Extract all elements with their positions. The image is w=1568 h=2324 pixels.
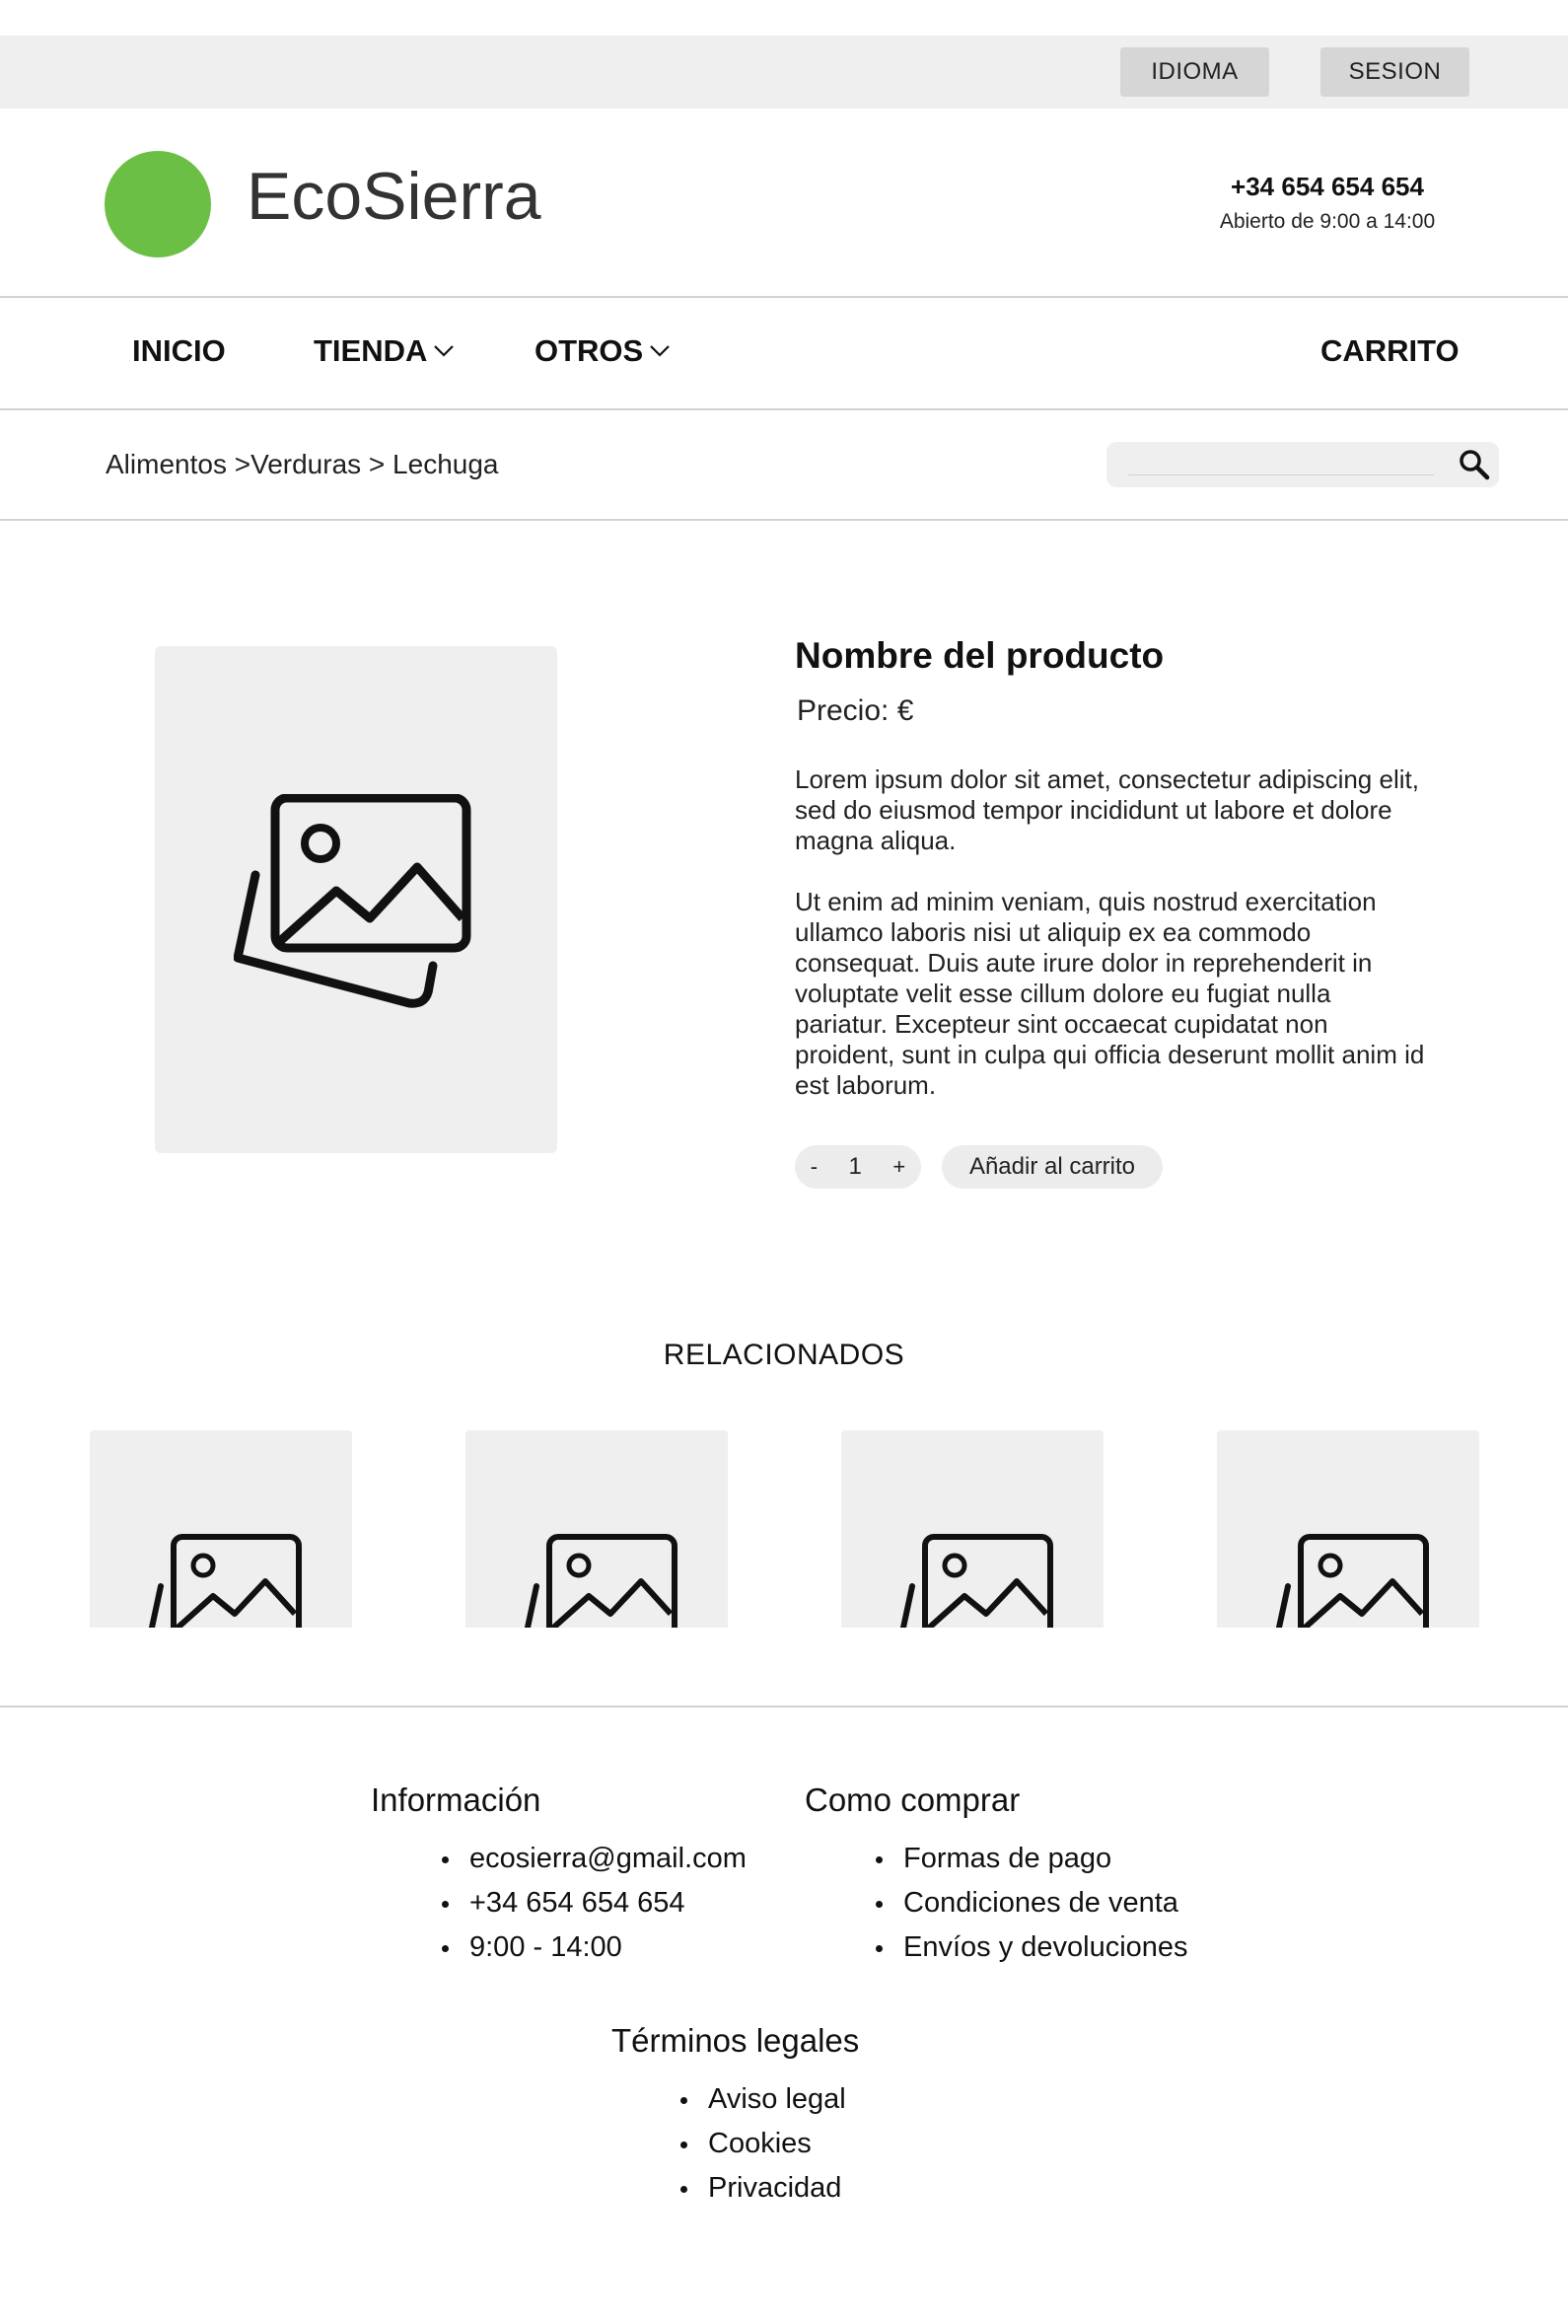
divider: [0, 408, 1568, 410]
quantity-stepper: - 1 +: [795, 1145, 921, 1189]
product-price: Precio: €: [797, 694, 914, 727]
nav-inicio-label: INICIO: [132, 333, 226, 368]
image-placeholder-icon: [524, 1534, 677, 1628]
image-placeholder-icon: [1275, 1534, 1429, 1628]
related-product-card[interactable]: [841, 1430, 1104, 1628]
footer-phone-link[interactable]: +34 654 654 654: [442, 1881, 747, 1925]
footer-link-privacy[interactable]: Privacidad: [680, 2166, 846, 2211]
nav-otros[interactable]: OTROS: [535, 333, 671, 369]
footer-link-legal-notice[interactable]: Aviso legal: [680, 2077, 846, 2122]
footer-link-sale-conditions[interactable]: Condiciones de venta: [876, 1881, 1188, 1925]
divider: [0, 519, 1568, 521]
footer-info-title: Información: [371, 1781, 541, 1818]
footer-buy-list: Formas de pago Condiciones de venta Enví…: [876, 1837, 1188, 1970]
footer-email-link[interactable]: ecosierra@gmail.com: [442, 1837, 747, 1881]
search-icon[interactable]: [1458, 448, 1491, 481]
divider: [0, 1706, 1568, 1707]
logo[interactable]: [105, 151, 211, 257]
search-input[interactable]: [1128, 450, 1434, 475]
nav-carrito[interactable]: CARRITO: [1320, 333, 1460, 369]
add-to-cart-button[interactable]: Añadir al carrito: [942, 1145, 1163, 1189]
nav-tienda[interactable]: TIENDA: [314, 333, 455, 369]
image-placeholder-icon: [148, 1534, 302, 1628]
header-phone: +34 654 654 654: [1231, 172, 1424, 201]
footer-link-shipping[interactable]: Envíos y devoluciones: [876, 1925, 1188, 1970]
image-placeholder-icon: [899, 1534, 1053, 1628]
login-button[interactable]: SESION: [1320, 47, 1469, 97]
footer-legal-list: Aviso legal Cookies Privacidad: [680, 2077, 846, 2211]
related-title: RELACIONADOS: [663, 1339, 905, 1371]
quantity-decrease-button[interactable]: -: [811, 1154, 818, 1180]
nav-tienda-label: TIENDA: [314, 333, 428, 368]
search-box: [1106, 442, 1499, 487]
quantity-increase-button[interactable]: +: [892, 1154, 905, 1180]
quantity-value: 1: [848, 1153, 862, 1180]
product-description: Ut enim ad minim veniam, quis nostrud ex…: [795, 887, 1425, 1100]
image-placeholder-icon: [234, 794, 471, 1008]
related-product-card[interactable]: [465, 1430, 728, 1628]
product-title: Nombre del producto: [795, 635, 1165, 676]
chevron-down-icon: [434, 345, 455, 357]
divider: [0, 296, 1568, 298]
related-product-card[interactable]: [1217, 1430, 1479, 1628]
footer-hours: 9:00 - 14:00: [442, 1925, 747, 1970]
breadcrumb[interactable]: Alimentos >Verduras > Lechuga: [106, 449, 498, 480]
footer-buy-title: Como comprar: [805, 1781, 1021, 1818]
footer-link-payment[interactable]: Formas de pago: [876, 1837, 1188, 1881]
chevron-down-icon: [650, 345, 671, 357]
related-product-card[interactable]: [90, 1430, 352, 1628]
language-button[interactable]: IDIOMA: [1120, 47, 1269, 97]
footer-link-cookies[interactable]: Cookies: [680, 2122, 846, 2166]
nav-inicio[interactable]: INICIO: [132, 333, 226, 369]
footer-info-list: ecosierra@gmail.com +34 654 654 654 9:00…: [442, 1837, 747, 1970]
nav-carrito-label: CARRITO: [1320, 333, 1460, 368]
brand-name[interactable]: EcoSierra: [247, 158, 541, 235]
utility-bar: IDIOMA SESION: [0, 36, 1568, 109]
nav-otros-label: OTROS: [535, 333, 644, 368]
header-hours: Abierto de 9:00 a 14:00: [1219, 210, 1436, 233]
product-description: Lorem ipsum dolor sit amet, consectetur …: [795, 764, 1419, 855]
footer-legal-title: Términos legales: [611, 2022, 860, 2059]
product-image: [155, 646, 557, 1153]
